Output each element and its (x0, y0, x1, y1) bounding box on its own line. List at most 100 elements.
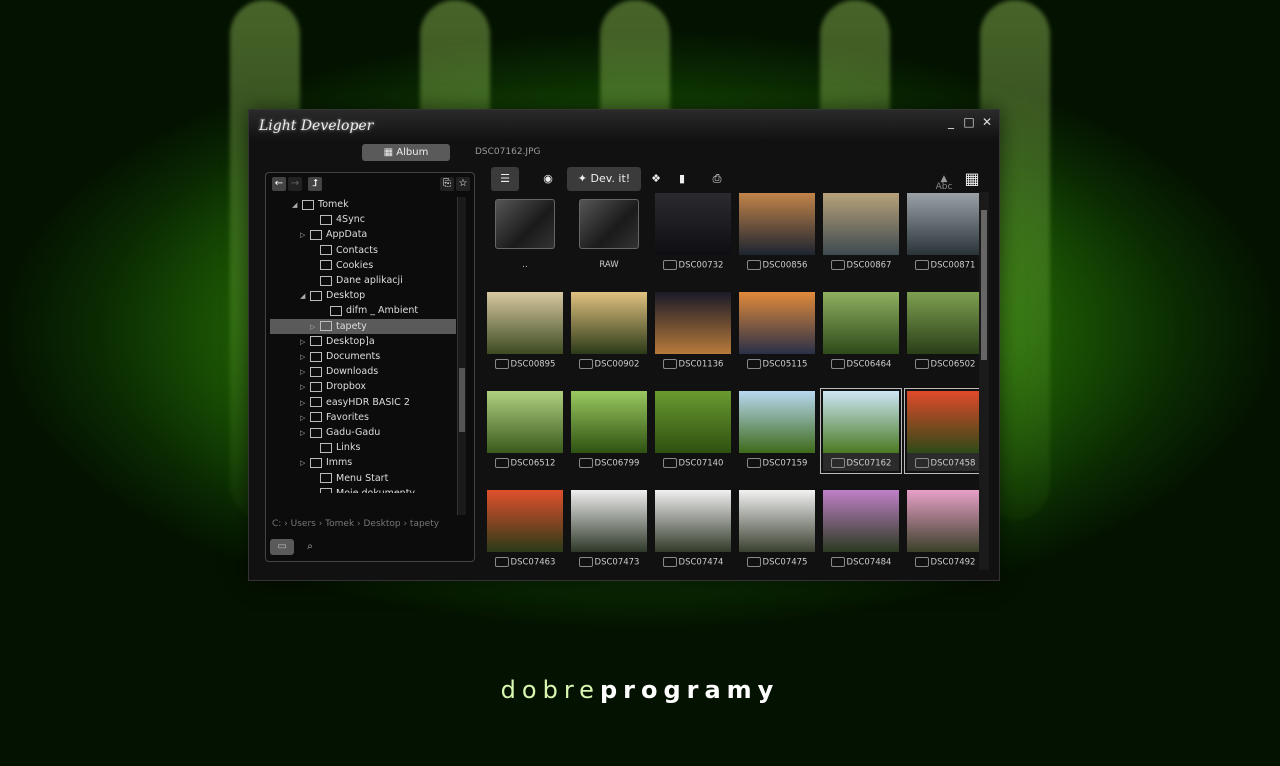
favorite-star-icon[interactable]: ☆ (456, 177, 470, 191)
photo-thumbnail[interactable]: DSC06512 (487, 391, 563, 471)
expand-arrow-icon[interactable]: ◢ (292, 198, 302, 213)
photo-preview (571, 391, 647, 453)
minimize-button[interactable]: _ (944, 115, 958, 129)
up-folder-button[interactable]: ⮥ (308, 177, 322, 191)
brand-logo: dobreprogramy (0, 676, 1280, 704)
tree-item[interactable]: Contacts (270, 243, 456, 258)
folder-thumbnail[interactable]: RAW (571, 193, 647, 273)
expand-arrow-icon[interactable]: ▷ (300, 396, 310, 411)
thumbnail-caption: DSC00871 (907, 260, 983, 271)
photo-thumbnail[interactable]: DSC00732 (655, 193, 731, 273)
photo-thumbnail[interactable]: DSC06799 (571, 391, 647, 471)
preview-eye-icon[interactable]: ◉ (535, 167, 561, 191)
tree-item[interactable]: difm _ Ambient (270, 303, 456, 318)
tree-item[interactable]: Moje dokumenty (270, 486, 456, 493)
tree-item[interactable]: ▷ Gadu-Gadu (270, 425, 456, 440)
photo-thumbnail[interactable]: DSC06502 (907, 292, 983, 372)
folder-icon (310, 381, 322, 392)
layers-icon[interactable]: ▮ (671, 167, 693, 191)
expand-arrow-icon[interactable]: ▷ (300, 380, 310, 395)
folder-icon (495, 199, 555, 249)
expand-arrow-icon[interactable]: ▷ (300, 335, 310, 350)
tree-item[interactable]: ▷ AppData (270, 227, 456, 242)
photo-thumbnail[interactable]: DSC07473 (571, 490, 647, 570)
photo-thumbnail[interactable]: DSC07159 (739, 391, 815, 471)
photo-thumbnail[interactable]: DSC00867 (823, 193, 899, 273)
print-icon[interactable]: ⎙ (703, 167, 731, 191)
photo-thumbnail[interactable]: DSC07474 (655, 490, 731, 570)
develop-button[interactable]: ✦ Dev. it! (567, 167, 641, 191)
expand-arrow-icon[interactable]: ▷ (300, 350, 310, 365)
folder-tree: ◢ Tomek 4Sync ▷ AppData Contacts Cookies Dane a… (270, 197, 456, 493)
photo-thumbnail[interactable]: DSC07458 (904, 388, 986, 474)
tree-item-label: Desktop (326, 290, 366, 302)
tree-item[interactable]: Dane aplikacji (270, 273, 456, 288)
back-button[interactable]: ← (272, 177, 286, 191)
tree-scrollbar-thumb[interactable] (459, 368, 465, 432)
thumbnail-caption: DSC06464 (823, 359, 899, 370)
thumbnail-caption: DSC00902 (571, 359, 647, 370)
expand-arrow-icon[interactable]: ▷ (300, 365, 310, 380)
tree-item[interactable]: ▷ Desktop]a (270, 334, 456, 349)
thumbnail-label: DSC06512 (510, 458, 556, 469)
expand-arrow-icon[interactable]: ▷ (300, 228, 310, 243)
jpg-badge-icon (662, 557, 677, 567)
thumbnail-label: DSC01136 (678, 359, 724, 370)
magic-wand-icon: ✦ (577, 172, 591, 185)
tree-item-label: Imms (326, 457, 353, 469)
photo-thumbnail[interactable]: DSC07140 (655, 391, 731, 471)
expand-arrow-icon[interactable]: ▷ (300, 411, 310, 426)
tree-item[interactable]: ▷ tapety (270, 318, 456, 335)
batch-stack-icon[interactable]: ❖ (645, 167, 667, 191)
search-button[interactable]: ⌕ (298, 539, 322, 555)
tree-item[interactable]: ▷ Imms (270, 455, 456, 470)
tree-item[interactable]: Links (270, 440, 456, 455)
tree-item[interactable]: ▷ Favorites (270, 410, 456, 425)
tree-item[interactable]: ▷ easyHDR BASIC 2 (270, 395, 456, 410)
folder-thumbnail[interactable]: .. (487, 193, 563, 273)
tree-item[interactable]: ◢ Tomek (270, 197, 456, 212)
expand-arrow-icon[interactable]: ▷ (300, 456, 310, 471)
expand-arrow-icon[interactable]: ▷ (310, 320, 320, 335)
tree-item-label: Cookies (336, 259, 374, 271)
grid-view-icon[interactable]: ▦ (961, 167, 983, 191)
photo-thumbnail[interactable]: DSC07162 (820, 388, 902, 474)
tree-item[interactable]: 4Sync (270, 212, 456, 227)
maximize-button[interactable]: □ (962, 115, 976, 129)
tree-item[interactable]: ▷ Dropbox (270, 379, 456, 394)
thumbnail-caption: DSC06799 (571, 458, 647, 469)
title-bar[interactable]: Light Developer _ □ ✕ (249, 110, 999, 142)
thumbnail-caption: RAW (571, 260, 647, 270)
photo-thumbnail[interactable]: DSC07484 (823, 490, 899, 570)
photo-thumbnail[interactable]: DSC06464 (823, 292, 899, 372)
tree-item-label: tapety (336, 320, 367, 332)
photo-thumbnail[interactable]: DSC07475 (739, 490, 815, 570)
photo-thumbnail[interactable]: DSC00902 (571, 292, 647, 372)
photo-thumbnail[interactable]: DSC00895 (487, 292, 563, 372)
list-view-icon[interactable]: ☰ (491, 167, 519, 191)
tree-item[interactable]: Menu Start (270, 471, 456, 486)
tree-scrollbar[interactable] (457, 197, 466, 515)
thumbnail-label: DSC00732 (678, 260, 724, 271)
tab-album[interactable]: ▦ Album (362, 144, 450, 161)
forward-button[interactable]: → (288, 177, 302, 191)
photo-thumbnail[interactable]: DSC00856 (739, 193, 815, 273)
expand-arrow-icon[interactable]: ▷ (300, 426, 310, 441)
folder-icon (310, 397, 322, 408)
thumbnail-label: DSC00895 (510, 359, 556, 370)
grid-scrollbar-thumb[interactable] (981, 210, 987, 360)
tree-item[interactable]: ◢ Desktop (270, 288, 456, 303)
photo-thumbnail[interactable]: DSC07463 (487, 490, 563, 570)
tree-item[interactable]: Cookies (270, 258, 456, 273)
tree-item[interactable]: ▷ Documents (270, 349, 456, 364)
expand-arrow-icon[interactable]: ◢ (300, 289, 310, 304)
photo-thumbnail[interactable]: DSC07492 (907, 490, 983, 570)
close-button[interactable]: ✕ (980, 115, 994, 129)
photo-thumbnail[interactable]: DSC01136 (655, 292, 731, 372)
tree-item[interactable]: ▷ Downloads (270, 364, 456, 379)
photo-thumbnail[interactable]: DSC00871 (907, 193, 983, 273)
folder-view-button[interactable]: ▭ (270, 539, 294, 555)
new-folder-icon[interactable]: ⎘ (440, 177, 454, 191)
photo-thumbnail[interactable]: DSC05115 (739, 292, 815, 372)
brand-light: dobre (500, 676, 600, 704)
